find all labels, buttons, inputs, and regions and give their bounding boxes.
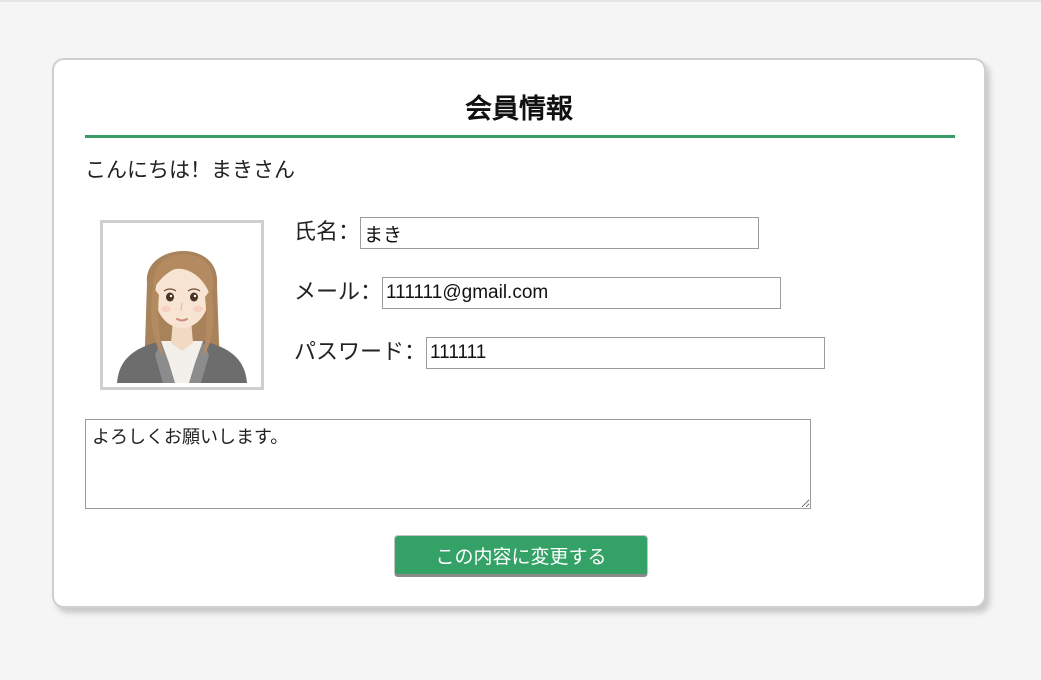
name-row: 氏名：	[294, 217, 760, 249]
woman-avatar-icon	[103, 223, 261, 387]
email-row: メール：	[294, 277, 782, 309]
email-input[interactable]	[382, 277, 782, 309]
title-divider	[85, 135, 955, 138]
message-textarea[interactable]: よろしくお願いします。	[85, 419, 811, 509]
page-title: 会員情報	[465, 94, 573, 125]
profile-avatar	[100, 220, 264, 390]
name-label: 氏名：	[294, 220, 361, 245]
member-info-card: 会員情報 こんにちは！まきさん 氏名： まき メール： 111111@gmail…	[52, 58, 986, 608]
greeting-text: こんにちは！まきさん	[85, 158, 295, 182]
password-row: パスワード：	[294, 337, 826, 369]
password-label: パスワード：	[294, 340, 427, 365]
email-label: メール：	[294, 280, 383, 305]
update-button[interactable]: この内容に変更する	[394, 535, 648, 577]
top-border	[0, 0, 1041, 2]
password-input[interactable]	[426, 337, 826, 369]
name-input[interactable]	[360, 217, 760, 249]
